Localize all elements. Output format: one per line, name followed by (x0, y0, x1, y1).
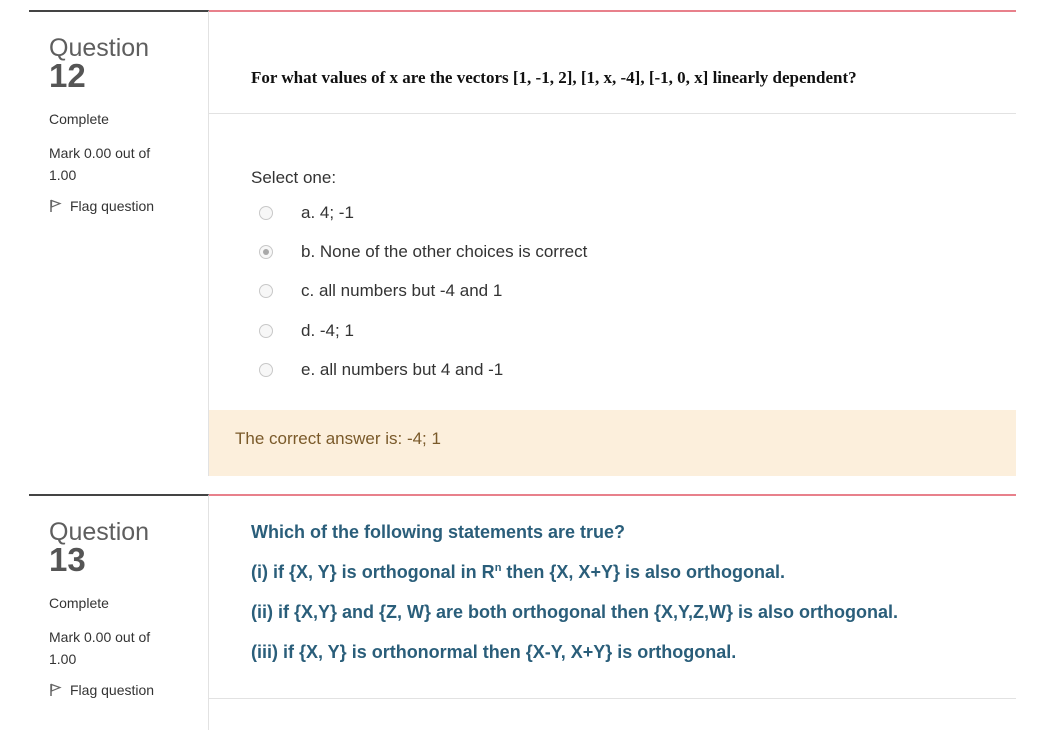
answer-option-e[interactable]: e. all numbers but 4 and -1 (251, 357, 503, 383)
answer-option-label: d. -4; 1 (301, 321, 354, 340)
question-number: 12 (49, 57, 86, 94)
select-one-prompt: Select one: (251, 168, 337, 187)
answer-option-b[interactable]: b. None of the other choices is correct (251, 239, 587, 265)
question-text: For what values of x are the vectors [1,… (251, 68, 857, 87)
radio-button[interactable] (259, 324, 273, 338)
statement-i-part: then {X, X+Y} is also orthogonal. (501, 562, 785, 582)
answer-option-d[interactable]: d. -4; 1 (251, 318, 354, 344)
correct-answer-feedback: The correct answer is: -4; 1 (235, 429, 441, 448)
flag-question-link[interactable]: Flag question (49, 682, 154, 698)
answer-option-label: b. None of the other choices is correct (301, 242, 588, 261)
question-content: For what values of x are the vectors [1,… (209, 10, 1016, 476)
question-state: Complete (49, 111, 109, 127)
divider (209, 698, 1016, 699)
answer-option-c[interactable]: c. all numbers but -4 and 1 (251, 278, 502, 304)
question-12: Question 12 Complete Mark 0.00 out of 1.… (0, 0, 1043, 476)
question-text-line: (iii) if {X, Y} is orthonormal then {X-Y… (251, 642, 737, 662)
statement-i-part: (i) if {X, Y} is orthogonal in R (251, 562, 495, 582)
question-text-box: For what values of x are the vectors [1,… (209, 12, 1016, 114)
question-content: Which of the following statements are tr… (209, 494, 1016, 730)
flag-question-link[interactable]: Flag question (49, 198, 154, 214)
radio-button[interactable] (259, 363, 273, 377)
answer-option-a[interactable]: a. 4; -1 (251, 200, 354, 226)
answer-option-label: a. 4; -1 (301, 203, 354, 222)
flag-icon (50, 683, 62, 696)
question-grade: Mark 0.00 out of 1.00 (49, 145, 151, 183)
answer-option-label: e. all numbers but 4 and -1 (301, 360, 504, 379)
question-number: 13 (49, 541, 86, 578)
question-13: Question 13 Complete Mark 0.00 out of 1.… (0, 485, 1043, 730)
flag-question-label: Flag question (70, 198, 155, 214)
question-text-line: (i) if {X, Y} is orthogonal in Rn then {… (251, 562, 785, 583)
radio-button[interactable] (259, 284, 273, 298)
radio-button[interactable] (259, 206, 273, 220)
flag-icon (50, 199, 62, 212)
radio-button-selected[interactable] (259, 245, 273, 259)
question-state: Complete (49, 595, 109, 611)
question-text-line: (ii) if {X,Y} and {Z, W} are both orthog… (251, 602, 899, 622)
question-info-panel: Question 13 Complete Mark 0.00 out of 1.… (29, 494, 209, 730)
flag-question-label: Flag question (70, 682, 155, 698)
question-text-line: Which of the following statements are tr… (251, 522, 626, 542)
answer-option-label: c. all numbers but -4 and 1 (301, 281, 503, 300)
question-grade: Mark 0.00 out of 1.00 (49, 629, 151, 667)
question-info-panel: Question 12 Complete Mark 0.00 out of 1.… (29, 10, 209, 476)
feedback-box: The correct answer is: -4; 1 (209, 410, 1016, 476)
